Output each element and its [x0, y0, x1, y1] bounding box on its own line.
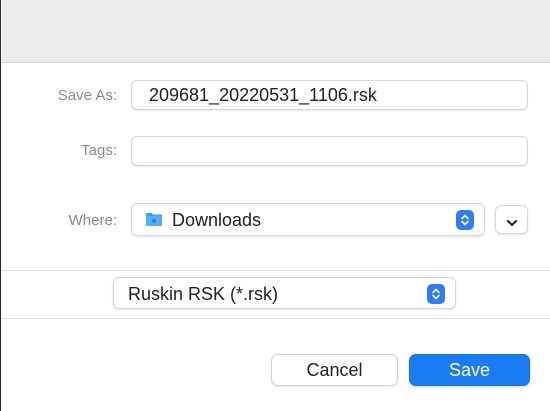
expand-button[interactable] — [495, 205, 528, 234]
save-as-label: Save As: — [57, 87, 117, 104]
folder-icon — [145, 211, 163, 232]
chevron-down-icon — [506, 215, 518, 233]
where-value: Downloads — [172, 210, 262, 230]
divider — [2, 318, 550, 319]
divider — [2, 270, 550, 271]
format-stepper-icon — [427, 284, 445, 304]
cancel-button[interactable]: Cancel — [271, 354, 398, 386]
where-label: Where: — [68, 212, 117, 229]
filename-input[interactable] — [131, 80, 528, 110]
where-popup[interactable]: Downloads — [131, 203, 485, 236]
dialog-titlebar — [2, 0, 550, 63]
tags-label: Tags: — [81, 142, 117, 159]
file-format-popup[interactable]: Ruskin RSK (*.rsk) — [113, 277, 456, 309]
save-dialog: Save As: Tags: Where: Downloads — [0, 0, 550, 411]
where-stepper-icon — [456, 210, 474, 230]
tags-input[interactable] — [131, 136, 528, 166]
save-button[interactable]: Save — [409, 354, 530, 386]
file-format-value: Ruskin RSK (*.rsk) — [128, 284, 279, 304]
